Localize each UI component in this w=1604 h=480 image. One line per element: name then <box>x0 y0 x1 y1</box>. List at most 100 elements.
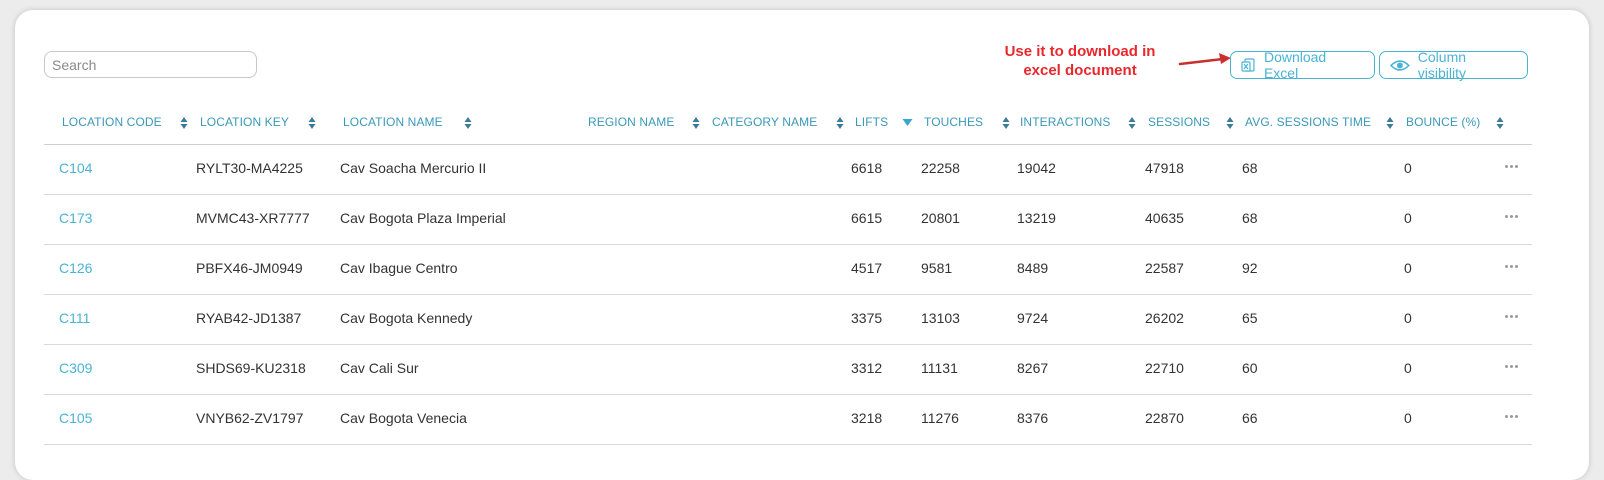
location-name-cell: Cav Soacha Mercurio II <box>340 160 487 176</box>
sort-icon[interactable] <box>836 116 844 130</box>
avg-time-cell: 92 <box>1242 260 1258 276</box>
header-lifts[interactable]: LIFTS <box>855 115 888 129</box>
bounce-cell: 0 <box>1404 410 1412 426</box>
column-visibility-label: Column visibility <box>1417 49 1467 81</box>
location-name-cell: Cav Bogota Plaza Imperial <box>340 210 506 226</box>
sessions-cell: 47918 <box>1145 160 1184 176</box>
header-location-code[interactable]: LOCATION CODE <box>62 115 162 129</box>
location-key-cell: RYLT30-MA4225 <box>196 160 303 176</box>
touches-cell: 9581 <box>921 260 953 276</box>
location-key-cell: SHDS69-KU2318 <box>196 360 306 376</box>
download-excel-button[interactable]: Download Excel <box>1230 49 1375 81</box>
header-sessions[interactable]: SESSIONS <box>1148 115 1210 129</box>
avg-time-cell: 68 <box>1242 210 1258 226</box>
sort-icon[interactable] <box>1386 116 1394 130</box>
bounce-cell: 0 <box>1404 210 1412 226</box>
avg-time-cell: 65 <box>1242 310 1258 326</box>
table-row[interactable]: C104 RYLT30-MA4225 Cav Soacha Mercurio I… <box>15 144 1589 194</box>
bounce-cell: 0 <box>1404 310 1412 326</box>
sessions-cell: 22587 <box>1145 260 1184 276</box>
location-code-link[interactable]: C173 <box>59 210 92 226</box>
interactions-cell: 19042 <box>1017 160 1056 176</box>
location-name-cell: Cav Bogota Kennedy <box>340 310 473 326</box>
touches-cell: 22258 <box>921 160 960 176</box>
row-menu-icon[interactable] <box>1505 359 1523 373</box>
download-excel-label: Download Excel <box>1263 49 1327 81</box>
interactions-cell: 8267 <box>1017 360 1049 376</box>
sort-icon[interactable] <box>1128 116 1136 130</box>
interactions-cell: 13219 <box>1017 210 1056 226</box>
header-region-name[interactable]: REGION NAME <box>588 115 674 129</box>
sort-desc-icon[interactable] <box>902 116 913 130</box>
location-code-link[interactable]: C104 <box>59 160 92 176</box>
header-touches[interactable]: TOUCHES <box>924 115 983 129</box>
bounce-cell: 0 <box>1404 260 1412 276</box>
sort-icon[interactable] <box>1002 116 1010 130</box>
sort-icon[interactable] <box>308 116 316 130</box>
row-menu-icon[interactable] <box>1505 159 1523 173</box>
table-row[interactable]: C111 RYAB42-JD1387 Cav Bogota Kennedy 33… <box>15 294 1589 344</box>
sort-icon[interactable] <box>180 116 188 130</box>
row-menu-icon[interactable] <box>1505 409 1523 423</box>
sessions-cell: 22870 <box>1145 410 1184 426</box>
bounce-cell: 0 <box>1404 160 1412 176</box>
sort-icon[interactable] <box>1496 116 1504 130</box>
table-row[interactable]: C309 SHDS69-KU2318 Cav Cali Sur 3312 111… <box>15 344 1589 394</box>
table-row[interactable]: C105 VNYB62-ZV1797 Cav Bogota Venecia 32… <box>15 394 1589 444</box>
table-card: Use it to download in excel document Dow… <box>15 10 1589 480</box>
table-row[interactable]: C173 MVMC43-XR7777 Cav Bogota Plaza Impe… <box>15 194 1589 244</box>
location-code-link[interactable]: C309 <box>59 360 92 376</box>
header-category-name[interactable]: CATEGORY NAME <box>712 115 817 129</box>
location-code-link[interactable]: C105 <box>59 410 92 426</box>
sort-icon[interactable] <box>464 116 472 130</box>
header-location-key[interactable]: LOCATION KEY <box>200 115 289 129</box>
interactions-cell: 8376 <box>1017 410 1049 426</box>
sort-icon[interactable] <box>1226 116 1234 130</box>
annotation-line-1: Use it to download in <box>1004 43 1156 60</box>
location-name-cell: Cav Ibague Centro <box>340 260 458 276</box>
touches-cell: 20801 <box>921 210 960 226</box>
location-name-cell: Cav Cali Sur <box>340 360 419 376</box>
location-key-cell: MVMC43-XR7777 <box>196 210 310 226</box>
sessions-cell: 22710 <box>1145 360 1184 376</box>
interactions-cell: 8489 <box>1017 260 1049 276</box>
annotation-line-2: excel document <box>1023 62 1137 79</box>
annotation-arrow-icon <box>1178 53 1231 66</box>
header-avg-sessions-time[interactable]: AVG. SESSIONS TIME <box>1245 115 1371 129</box>
row-divider <box>44 444 1532 445</box>
table-row[interactable]: C126 PBFX46-JM0949 Cav Ibague Centro 451… <box>15 244 1589 294</box>
sessions-cell: 26202 <box>1145 310 1184 326</box>
avg-time-cell: 68 <box>1242 160 1258 176</box>
lifts-cell: 3375 <box>851 310 883 326</box>
sessions-cell: 40635 <box>1145 210 1184 226</box>
avg-time-cell: 60 <box>1242 360 1258 376</box>
bounce-cell: 0 <box>1404 360 1412 376</box>
location-code-link[interactable]: C126 <box>59 260 92 276</box>
lifts-cell: 6618 <box>851 160 883 176</box>
row-menu-icon[interactable] <box>1505 309 1523 323</box>
lifts-cell: 6615 <box>851 210 883 226</box>
header-interactions[interactable]: INTERACTIONS <box>1020 115 1111 129</box>
lifts-cell: 3218 <box>851 410 883 426</box>
lifts-cell: 4517 <box>851 260 883 276</box>
row-menu-icon[interactable] <box>1505 259 1523 273</box>
touches-cell: 13103 <box>921 310 960 326</box>
location-name-cell: Cav Bogota Venecia <box>340 410 467 426</box>
sort-icon[interactable] <box>692 116 700 130</box>
eye-icon <box>1390 59 1410 71</box>
location-key-cell: PBFX46-JM0949 <box>196 260 303 276</box>
row-menu-icon[interactable] <box>1505 209 1523 223</box>
search-input[interactable] <box>44 51 257 78</box>
location-code-link[interactable]: C111 <box>59 310 90 326</box>
annotation-text: Use it to download in excel document <box>990 42 1170 80</box>
lifts-cell: 3312 <box>851 360 883 376</box>
location-key-cell: VNYB62-ZV1797 <box>196 410 304 426</box>
excel-icon <box>1241 57 1255 72</box>
header-bounce[interactable]: BOUNCE (%) <box>1406 115 1480 129</box>
column-visibility-button[interactable]: Column visibility <box>1379 49 1528 81</box>
avg-time-cell: 66 <box>1242 410 1258 426</box>
interactions-cell: 9724 <box>1017 310 1049 326</box>
header-location-name[interactable]: LOCATION NAME <box>343 115 443 129</box>
touches-cell: 11131 <box>921 360 958 376</box>
touches-cell: 11276 <box>921 410 959 426</box>
